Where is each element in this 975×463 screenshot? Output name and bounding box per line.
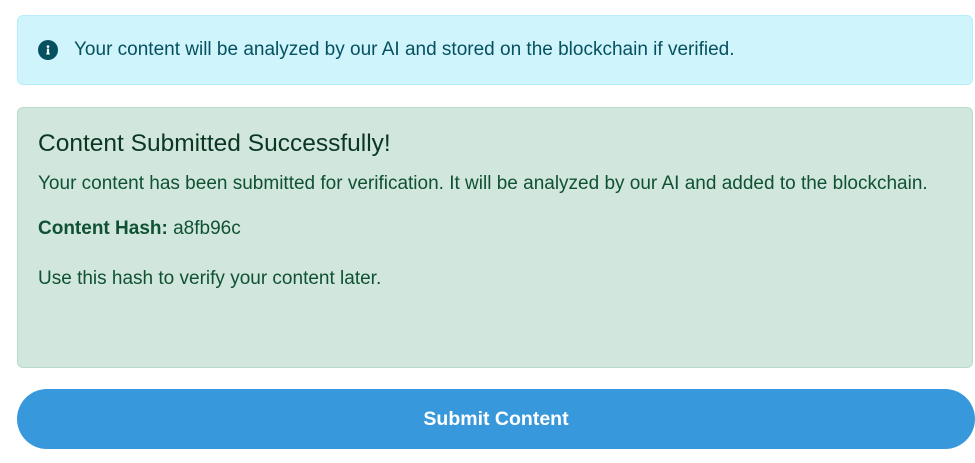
success-title: Content Submitted Successfully! [38, 130, 391, 157]
info-alert: Your content will be analyzed by our AI … [17, 15, 973, 85]
submit-content-button[interactable]: Submit Content [17, 389, 975, 449]
content-hash-label: Content Hash: [38, 218, 168, 239]
content-hash-value: a8fb96c [173, 218, 241, 239]
success-message: Your content has been submitted for veri… [38, 173, 928, 194]
info-alert-text: Your content will be analyzed by our AI … [74, 39, 735, 60]
info-circle-icon [38, 40, 58, 60]
content-hash-line: Content Hash: a8fb96c [38, 219, 952, 239]
success-alert: Content Submitted Successfully! Your con… [17, 107, 973, 368]
hash-note: Use this hash to verify your content lat… [38, 268, 382, 289]
